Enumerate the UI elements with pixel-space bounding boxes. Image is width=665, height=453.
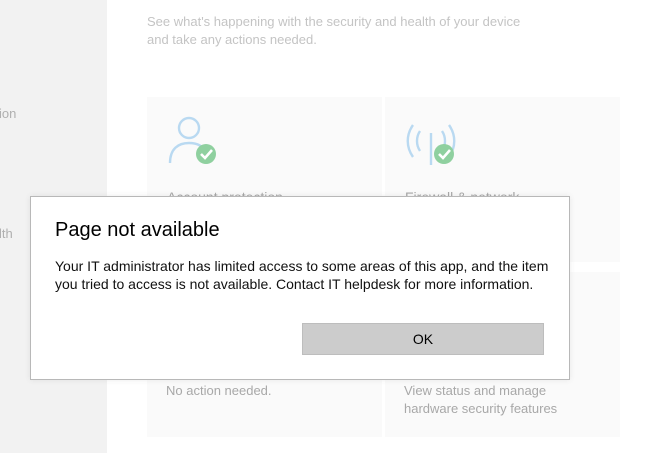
person-icon [168,116,216,164]
security-app-window: ion lth See what's happening with the se… [0,0,665,453]
sidebar-item-protection[interactable]: ion [0,106,16,121]
sidebar-item-health[interactable]: lth [0,226,13,241]
dialog-title: Page not available [55,219,220,241]
tile-status: View status and manage hardware security… [404,383,558,416]
page-not-available-dialog: Page not available Your IT administrator… [30,196,570,380]
wireless-icon [406,124,456,165]
ok-button[interactable]: OK [302,323,544,355]
tile-status: No action needed. [166,383,272,398]
dialog-message: Your IT administrator has limited access… [55,258,549,292]
page-subtitle: See what's happening with the security a… [147,14,521,47]
